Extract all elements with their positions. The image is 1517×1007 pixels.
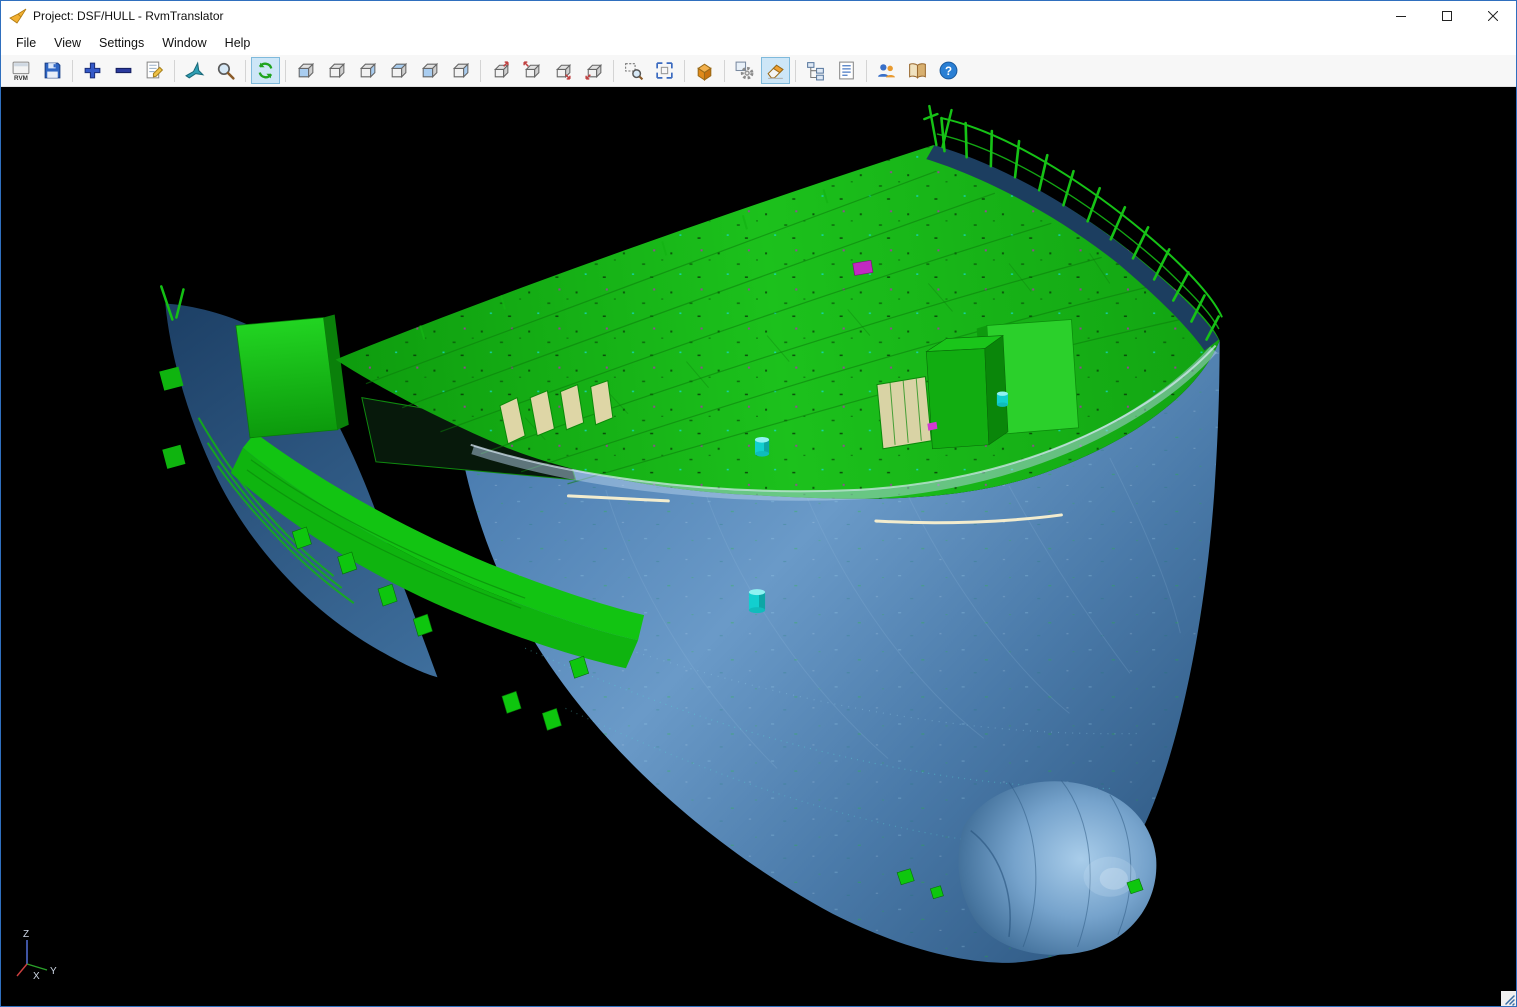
magnifier-icon [215, 60, 236, 81]
minimize-button[interactable] [1378, 1, 1424, 31]
zoom-out-button[interactable] [109, 57, 138, 84]
toolbar-separator [613, 59, 614, 82]
show-box-button[interactable] [690, 57, 719, 84]
rvm-file-icon: RVM [11, 60, 32, 81]
save-icon [42, 60, 63, 81]
expand-icon [654, 60, 675, 81]
app-icon [9, 8, 27, 24]
export-report-button[interactable] [140, 57, 169, 84]
magenta-fitting [852, 260, 874, 276]
zoom-in-button[interactable] [78, 57, 107, 84]
view-top-button[interactable] [415, 57, 444, 84]
ship-model [1, 87, 1516, 1006]
resize-grip-icon [1505, 995, 1515, 1006]
view-iso-2-button[interactable] [517, 57, 546, 84]
view-front-button[interactable] [291, 57, 320, 84]
axis-triad: Z Y X [13, 924, 63, 982]
axis-label-z: Z [23, 929, 29, 940]
viewport-3d[interactable]: Z Y X [1, 87, 1516, 1006]
cube-iso-sw-icon [583, 60, 604, 81]
view-back-button[interactable] [322, 57, 351, 84]
refresh-icon [255, 60, 276, 81]
cube-iso-se-icon [552, 60, 573, 81]
zoom-extents-button[interactable] [650, 57, 679, 84]
toolbar-separator [866, 59, 867, 82]
svg-text:?: ? [945, 66, 952, 78]
cube-front-icon [295, 60, 316, 81]
toolbar-separator [285, 59, 286, 82]
view-iso-3-button[interactable] [548, 57, 577, 84]
menu-view[interactable]: View [45, 33, 90, 53]
maximize-button[interactable] [1424, 1, 1470, 31]
zoom-area-icon [623, 60, 644, 81]
model-tree-button[interactable] [801, 57, 830, 84]
plus-icon [82, 60, 103, 81]
eraser-icon [765, 60, 786, 81]
tree-icon [805, 60, 826, 81]
toolbar-separator [724, 59, 725, 82]
settings-button[interactable] [730, 57, 759, 84]
refresh-view-button[interactable] [251, 57, 280, 84]
toolbar-separator [480, 59, 481, 82]
minimize-icon [1396, 9, 1406, 24]
resize-grip[interactable] [1501, 991, 1516, 1006]
axis-label-y: Y [50, 966, 57, 977]
menu-file[interactable]: File [7, 33, 45, 53]
zoom-window-button[interactable] [619, 57, 648, 84]
close-button[interactable] [1470, 1, 1516, 31]
jet-icon [184, 60, 205, 81]
cube-left-icon [357, 60, 378, 81]
svg-text:RVM: RVM [14, 75, 28, 81]
cube-right-icon [388, 60, 409, 81]
cube-bottom-icon [450, 60, 471, 81]
orange-box-icon [694, 60, 715, 81]
toolbar: RVM? [1, 55, 1516, 87]
users-icon [876, 60, 897, 81]
minus-icon [113, 60, 134, 81]
book-icon [907, 60, 928, 81]
cube-iso-nw-icon [521, 60, 542, 81]
toolbar-separator [174, 59, 175, 82]
view-bottom-button[interactable] [446, 57, 475, 84]
menubar: File View Settings Window Help [1, 31, 1516, 55]
open-rvm-button[interactable]: RVM [7, 57, 36, 84]
gear-icon [734, 60, 755, 81]
view-iso-4-button[interactable] [579, 57, 608, 84]
help-button[interactable]: ? [934, 57, 963, 84]
window-title: Project: DSF/HULL - RvmTranslator [33, 9, 224, 23]
titlebar: Project: DSF/HULL - RvmTranslator [1, 1, 1516, 31]
zoom-view-button[interactable] [211, 57, 240, 84]
save-button[interactable] [38, 57, 67, 84]
document-edit-icon [144, 60, 165, 81]
report-icon [836, 60, 857, 81]
close-icon [1487, 9, 1499, 24]
cube-top-icon [419, 60, 440, 81]
clear-highlight-button[interactable] [761, 57, 790, 84]
toolbar-separator [795, 59, 796, 82]
toolbar-separator [245, 59, 246, 82]
menu-help[interactable]: Help [216, 33, 260, 53]
toolbar-separator [684, 59, 685, 82]
cube-iso-ne-icon [490, 60, 511, 81]
window-controls [1378, 1, 1516, 31]
cube-back-icon [326, 60, 347, 81]
view-right-button[interactable] [384, 57, 413, 84]
report-view-button[interactable] [832, 57, 861, 84]
menu-window[interactable]: Window [153, 33, 215, 53]
maximize-icon [1442, 9, 1452, 24]
menu-settings[interactable]: Settings [90, 33, 153, 53]
axis-label-x: X [33, 971, 40, 982]
app-window: Project: DSF/HULL - RvmTranslator File V… [0, 0, 1517, 1007]
view-left-button[interactable] [353, 57, 382, 84]
help-icon: ? [938, 60, 959, 81]
fly-through-button[interactable] [180, 57, 209, 84]
about-users-button[interactable] [872, 57, 901, 84]
toolbar-separator [72, 59, 73, 82]
manual-button[interactable] [903, 57, 932, 84]
view-iso-1-button[interactable] [486, 57, 515, 84]
